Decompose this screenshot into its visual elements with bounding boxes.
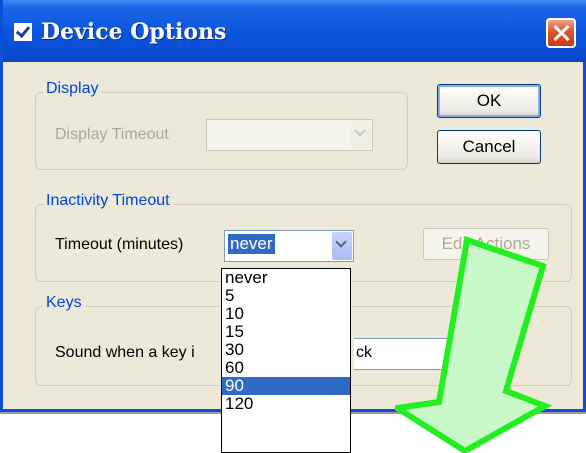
dropdown-option[interactable]: 5 <box>222 287 350 305</box>
timeout-minutes-select[interactable]: never <box>224 230 354 262</box>
down-arrow-icon <box>395 236 553 453</box>
timeout-dropdown-list[interactable]: never 5 10 15 30 60 90 120 <box>221 268 351 453</box>
dropdown-option[interactable]: 120 <box>222 395 350 413</box>
dropdown-option[interactable]: 60 <box>222 359 350 377</box>
close-icon[interactable] <box>546 18 576 48</box>
dropdown-option[interactable]: 10 <box>222 305 350 323</box>
window-title: Device Options <box>41 19 227 45</box>
keys-legend: Keys <box>43 294 85 312</box>
sound-key-value: ck <box>356 344 372 361</box>
dropdown-option[interactable]: never <box>222 269 350 287</box>
title-bar[interactable]: Device Options <box>3 0 586 62</box>
display-legend: Display <box>43 80 102 98</box>
ok-button[interactable]: OK <box>437 84 541 118</box>
inactivity-legend: Inactivity Timeout <box>43 192 173 210</box>
dropdown-option-highlighted[interactable]: 90 <box>222 377 350 395</box>
chevron-down-icon[interactable] <box>332 232 352 260</box>
dropdown-option[interactable]: 15 <box>222 323 350 341</box>
display-timeout-select[interactable] <box>206 119 373 151</box>
chevron-down-icon[interactable] <box>351 121 371 149</box>
timeout-selected-value: never <box>228 234 275 254</box>
cancel-button[interactable]: Cancel <box>437 130 541 164</box>
timeout-minutes-label: Timeout (minutes) <box>55 236 184 253</box>
dropdown-option[interactable]: 30 <box>222 341 350 359</box>
display-timeout-label: Display Timeout <box>55 126 169 143</box>
sound-key-label: Sound when a key i <box>55 344 195 361</box>
checkbox-icon <box>14 23 32 41</box>
